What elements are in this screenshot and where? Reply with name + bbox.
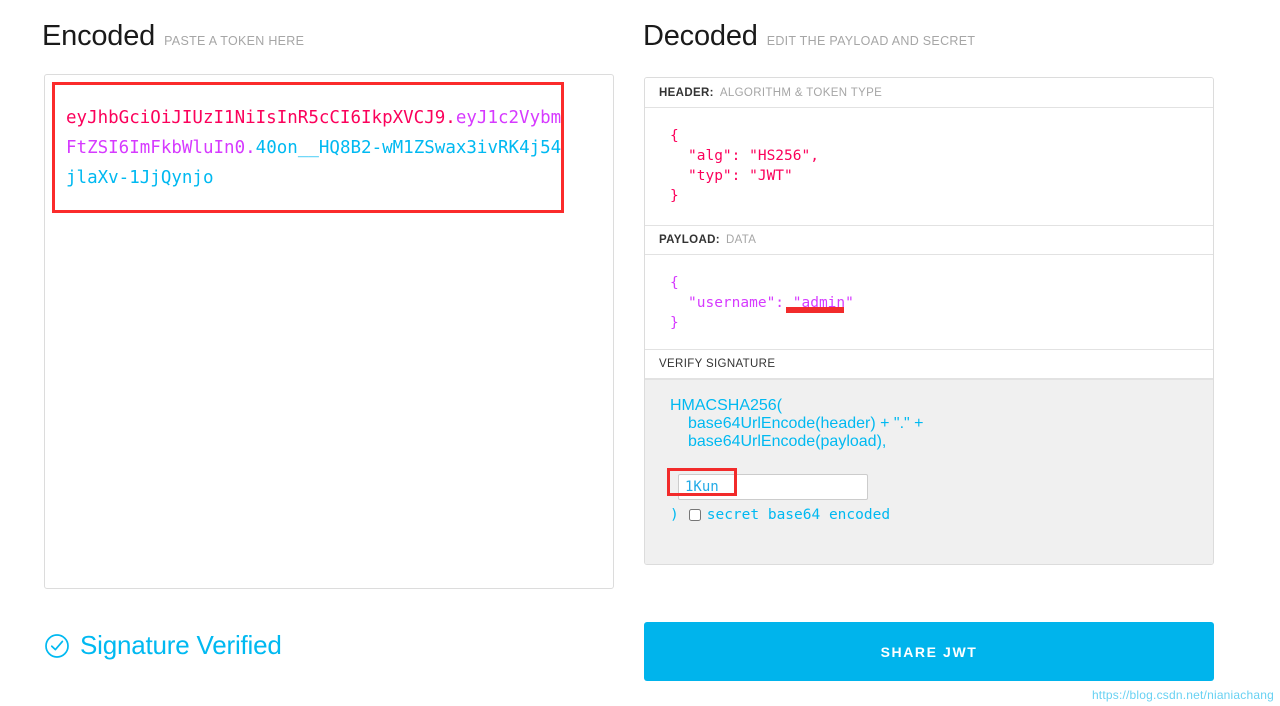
verify-closing-paren: )	[670, 507, 679, 523]
jwt-debugger-page: Encoded PASTE A TOKEN HERE eyJhbGciOiJIUz…	[0, 0, 1280, 706]
header-line-2: "alg": "HS256",	[688, 148, 819, 164]
token-header-segment: eyJhbGciOiJIUzI1NiIsInR5cCI6IkpXVCJ9	[66, 108, 446, 128]
verify-line-2: base64UrlEncode(header) + "." +	[688, 415, 924, 432]
decoded-title: Decoded	[643, 20, 758, 52]
payload-line-3: }	[670, 315, 679, 331]
payload-line-1: {	[670, 275, 679, 291]
base64-encoded-label: secret base64 encoded	[706, 507, 891, 523]
verify-label: VERIFY SIGNATURE	[659, 358, 776, 370]
encoded-token-panel[interactable]: eyJhbGciOiJIUzI1NiIsInR5cCI6IkpXVCJ9.eyJ…	[44, 74, 614, 589]
header-json-editor[interactable]: { "alg": "HS256", "typ": "JWT" }	[645, 108, 1213, 225]
token-separator-2: .	[245, 138, 256, 158]
watermark-text: https://blog.csdn.net/nianiachang	[1091, 688, 1274, 702]
decoded-subtitle: EDIT THE PAYLOAD AND SECRET	[766, 34, 976, 48]
payload-json-editor[interactable]: { "username": "admin" }	[645, 255, 1213, 349]
admin-value-underline-annotation	[786, 307, 844, 313]
check-circle-icon	[44, 633, 70, 659]
base64-encoded-row: ) secret base64 encoded	[670, 507, 890, 523]
verify-line-1: HMACSHA256(	[670, 397, 783, 414]
decoded-column-heading: Decoded EDIT THE PAYLOAD AND SECRET	[643, 20, 975, 53]
signature-verified-status: Signature Verified	[44, 630, 282, 661]
header-line-4: }	[670, 188, 679, 204]
header-section-label: HEADER: ALGORITHM & TOKEN TYPE	[645, 78, 1213, 108]
token-separator-1: .	[445, 108, 456, 128]
encoded-subtitle: PASTE A TOKEN HERE	[164, 34, 305, 48]
header-line-1: {	[670, 128, 679, 144]
verify-line-3: base64UrlEncode(payload),	[688, 433, 887, 450]
signature-status-label: Signature Verified	[80, 630, 282, 660]
header-label-strong: HEADER:	[659, 86, 714, 99]
share-jwt-button[interactable]: SHARE JWT	[644, 622, 1214, 681]
decoded-panel: HEADER: ALGORITHM & TOKEN TYPE { "alg": …	[644, 77, 1214, 565]
header-line-3: "typ": "JWT"	[688, 168, 793, 184]
payload-line-2: "username": "admin"	[688, 295, 854, 311]
secret-input-row	[678, 474, 868, 500]
payload-label-strong: PAYLOAD:	[659, 234, 720, 246]
verify-section-label: VERIFY SIGNATURE	[645, 349, 1213, 379]
encoded-column-heading: Encoded PASTE A TOKEN HERE	[42, 20, 304, 53]
header-label-light: ALGORITHM & TOKEN TYPE	[719, 86, 883, 99]
secret-base64-checkbox[interactable]	[688, 509, 701, 521]
payload-section-label: PAYLOAD: DATA	[645, 225, 1213, 255]
secret-input[interactable]	[678, 474, 868, 500]
jwt-token-text[interactable]: eyJhbGciOiJIUzI1NiIsInR5cCI6IkpXVCJ9.eyJ…	[66, 103, 566, 193]
encoded-title: Encoded	[42, 20, 156, 52]
verify-signature-editor: HMACSHA256( base64UrlEncode(header) + ".…	[645, 379, 1213, 564]
payload-label-light: DATA	[725, 234, 757, 246]
